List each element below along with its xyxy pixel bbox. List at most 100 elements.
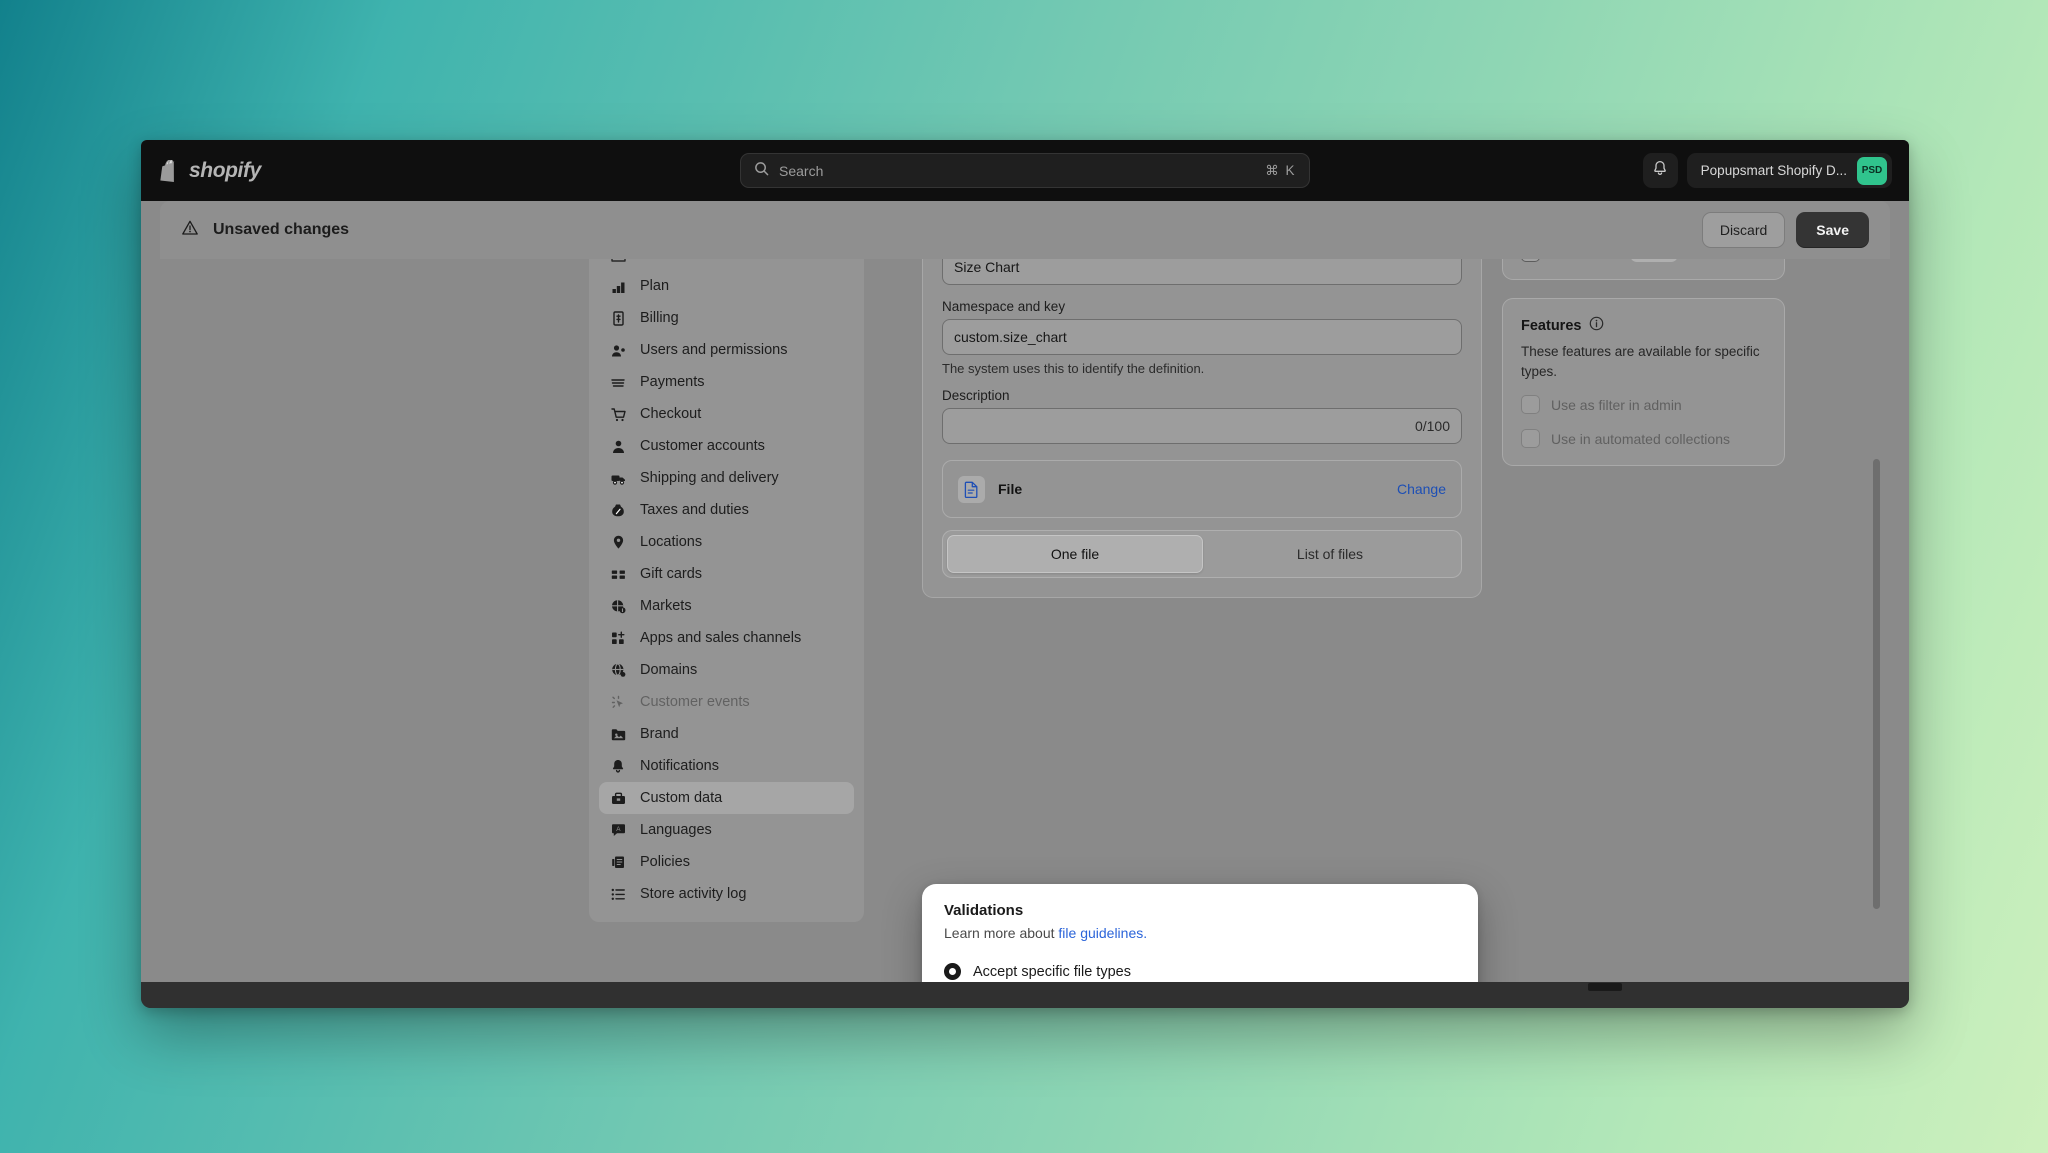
sidebar-item-users-and-permissions[interactable]: Users and permissions [599,334,854,366]
languages-icon: A [610,822,627,839]
sidebar-item-gift-cards[interactable]: Gift cards [599,558,854,590]
sidebar-item-domains[interactable]: Domains [599,654,854,686]
click-events-icon [610,694,627,711]
sidebar-item-custom-data[interactable]: Custom data [599,782,854,814]
sidebar-item-label: Users and permissions [640,342,788,358]
namespace-key-input[interactable]: custom.size_chart [942,319,1462,355]
brand-image-icon [610,726,627,743]
payments-icon [610,374,627,391]
description-input[interactable]: 0/100 [942,408,1462,444]
user-menu-button[interactable]: Popupsmart Shopify D... PSD [1686,153,1892,188]
custom-data-icon [610,790,627,807]
feature-filter-in-admin-label: Use as filter in admin [1551,396,1682,413]
store-icon [610,259,627,263]
sidebar-item-label: Brand [640,726,679,742]
gift-card-icon [610,566,627,583]
shopify-logo[interactable]: shopify [160,159,261,183]
bell-icon [1652,160,1668,182]
apps-icon [610,630,627,647]
segment-list-of-files[interactable]: List of files [1203,535,1457,573]
description-label: Description [942,388,1010,403]
sidebar-item-store-details[interactable]: Store details [599,259,854,270]
sidebar-item-store-activity-log[interactable]: Store activity log [599,878,854,910]
save-button[interactable]: Save [1796,212,1869,248]
sidebar-item-label: Languages [640,822,712,838]
file-guidelines-link[interactable]: file guidelines. [1058,925,1147,941]
sidebar-item-plan[interactable]: Plan [599,270,854,302]
sidebar-item-label: Shipping and delivery [640,470,779,486]
sidebar-item-notifications[interactable]: Notifications [599,750,854,782]
sidebar-item-brand[interactable]: Brand [599,718,854,750]
feature-filter-in-admin-checkbox [1521,395,1540,415]
sidebar-item-billing[interactable]: Billing [599,302,854,334]
accept-specific-file-types-radio[interactable] [944,963,961,980]
warning-triangle-icon [181,219,199,242]
feature-filter-in-admin-row: Use as filter in admin [1521,395,1766,415]
shopify-bag-icon [160,159,180,182]
search-icon [754,161,769,181]
sidebar-item-label: Apps and sales channels [640,630,802,646]
storefronts-access-tag: Read [1630,259,1679,262]
sidebar-item-label: Store activity log [640,886,747,902]
settings-sidebar: Store details Plan Billing Users and permis… [589,259,864,922]
validations-panel: Validations Learn more about file guidel… [922,884,1478,982]
page-scrollbar-thumb[interactable] [1873,459,1880,909]
storefronts-checkbox[interactable] [1521,259,1540,262]
features-title: Features [1521,317,1582,334]
sidebar-item-taxes-and-duties[interactable]: Taxes and duties [599,494,854,526]
namespace-help-text: The system uses this to identify the def… [942,361,1205,376]
domain-globe-icon [610,662,627,679]
info-circle-icon[interactable] [1589,316,1604,335]
sidebar-item-label: Store details [640,259,721,262]
notifications-button[interactable] [1642,153,1678,188]
accept-specific-file-types-label: Accept specific file types [973,963,1131,980]
sidebar-item-markets[interactable]: Markets [599,590,854,622]
location-pin-icon [610,534,627,551]
bell-icon [610,758,627,775]
sidebar-item-payments[interactable]: Payments [599,366,854,398]
selected-type-label: File [998,481,1023,497]
sidebar-item-label: Gift cards [640,566,703,582]
features-card: Features These features are available fo… [1502,298,1785,467]
sidebar-item-checkout[interactable]: Checkout [599,398,854,430]
sidebar-item-label: Custom data [640,790,723,806]
feature-automated-collections-label: Use in automated collections [1551,430,1730,447]
shopify-wordmark: shopify [189,158,261,182]
billing-icon [610,310,627,327]
change-type-link[interactable]: Change [1397,481,1446,497]
person-icon [610,438,627,455]
validations-subtitle: Learn more about file guidelines. [944,925,1456,941]
shopify-topbar: shopify Search ⌘ K Popupsmart Shopify D.… [141,140,1909,201]
global-search[interactable]: Search ⌘ K [740,153,1310,188]
users-icon [610,342,627,359]
sidebar-item-languages[interactable]: A Languages [599,814,854,846]
validations-subtitle-text: Learn more about [944,925,1059,941]
definition-name-input[interactable]: Size Chart [942,259,1462,285]
sidebar-item-label: Payments [640,374,705,390]
sidebar-item-customer-accounts[interactable]: Customer accounts [599,430,854,462]
segment-one-file[interactable]: One file [947,535,1203,573]
globe-dollar-icon [610,598,627,615]
accept-specific-file-types-row[interactable]: Accept specific file types [944,963,1456,980]
device-bezel-notch [1588,983,1622,991]
definition-card: Size Chart Namespace and key custom.size… [922,259,1482,598]
sidebar-item-shipping-and-delivery[interactable]: Shipping and delivery [599,462,854,494]
sidebar-item-label: Domains [640,662,698,678]
sidebar-item-label: Locations [640,534,703,550]
feature-automated-collections-checkbox [1521,429,1540,449]
discard-button[interactable]: Discard [1701,212,1786,248]
storefronts-row[interactable]: Storefronts Read [1521,259,1766,262]
plan-icon [610,278,627,295]
avatar: PSD [1857,156,1887,185]
access-card: Storefronts Read [1502,259,1785,280]
taxes-icon [610,502,627,519]
file-document-icon [958,475,985,503]
storefronts-label: Storefronts [1551,259,1619,261]
policies-icon [610,854,627,871]
sidebar-item-locations[interactable]: Locations [599,526,854,558]
sidebar-item-policies[interactable]: Policies [599,846,854,878]
search-shortcut: ⌘ K [1265,162,1296,178]
sidebar-item-label: Notifications [640,758,719,774]
sidebar-item-apps-and-sales-channels[interactable]: Apps and sales channels [599,622,854,654]
sidebar-item-label: Markets [640,598,692,614]
